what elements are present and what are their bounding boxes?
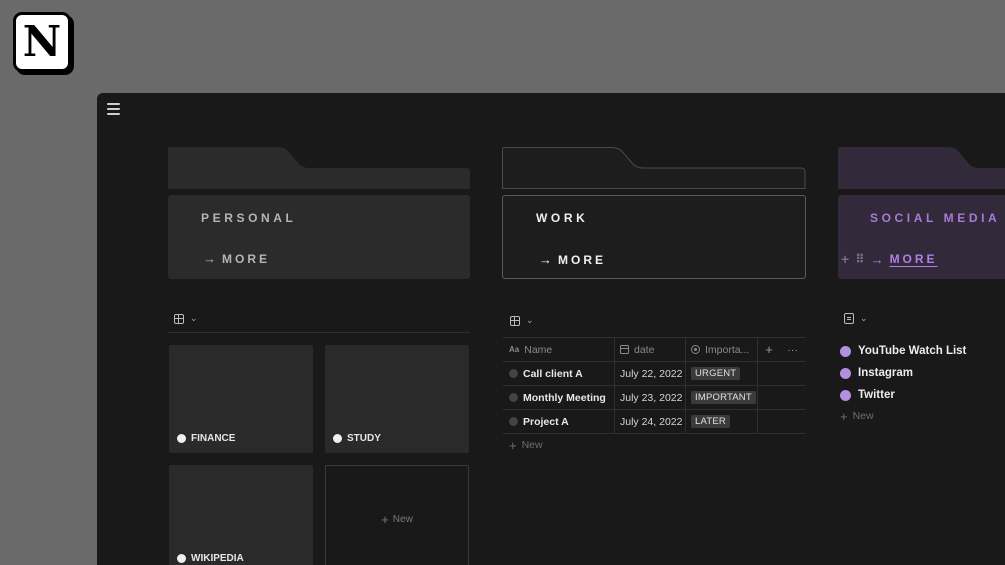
hamburger-menu-icon[interactable] [107, 103, 120, 115]
table-view-icon [510, 315, 520, 326]
page-dot-icon [177, 434, 186, 443]
row-name[interactable]: Call client A [523, 368, 583, 380]
folder-card-personal [168, 195, 470, 279]
list-item[interactable]: Twitter [840, 384, 966, 406]
page-icon [509, 369, 518, 378]
drag-handle-icon[interactable]: ⠿ [855, 252, 864, 266]
row-date: July 24, 2022 [620, 415, 683, 428]
gallery-card-finance[interactable]: FINANCE [169, 345, 313, 453]
importance-tag: LATER [691, 415, 730, 428]
new-label: New [521, 439, 543, 451]
folder-tab-work [502, 147, 806, 189]
more-label: MORE [889, 252, 938, 266]
more-link-social-media[interactable]: + ⠿ → MORE [841, 251, 938, 267]
column-header-label: date [634, 343, 655, 356]
chevron-down-icon: ⌄ [860, 313, 868, 323]
gallery-view-selector[interactable]: ⌄ [174, 313, 198, 324]
plus-icon: + [381, 511, 389, 527]
plus-icon: + [509, 437, 517, 453]
page-dot-icon [840, 345, 851, 357]
column-header-label: Importa... [705, 343, 750, 356]
row-name[interactable]: Monthly Meeting [523, 392, 606, 404]
list-item[interactable]: Instagram [840, 362, 966, 384]
gallery-view-icon [174, 313, 184, 324]
list-new-button[interactable]: + New [840, 406, 966, 426]
new-label: New [852, 410, 874, 422]
column-header-label: Name [524, 343, 553, 356]
folder-personal[interactable]: PERSONAL → MORE [168, 147, 470, 282]
page-dot-icon [840, 367, 851, 379]
chevron-down-icon: ⌄ [190, 313, 198, 323]
table-row[interactable]: Call client A July 22, 2022 URGENT [503, 362, 805, 386]
list-item-label: Twitter [858, 389, 895, 401]
gallery-card-study[interactable]: STUDY [325, 345, 469, 453]
add-column-icon[interactable]: + [765, 342, 773, 357]
page-dot-icon [177, 554, 186, 563]
list-item[interactable]: YouTube Watch List [840, 340, 966, 362]
add-block-icon[interactable]: + [841, 251, 849, 267]
notion-logo-letter: N [22, 17, 62, 66]
column-header-importance[interactable]: Importa... [686, 338, 758, 361]
arrow-right-icon: → [539, 252, 552, 267]
list-item-label: Instagram [858, 367, 913, 379]
gallery-card-wikipedia[interactable]: WIKIPEDIA [169, 465, 313, 565]
divider [168, 332, 470, 333]
chevron-down-icon: ⌄ [526, 315, 534, 325]
row-name[interactable]: Project A [523, 416, 569, 428]
notion-window: PERSONAL → MORE WORK → MORE SOCIAL MEDIA… [97, 93, 1005, 565]
more-link-work[interactable]: → MORE [539, 252, 606, 267]
folder-title-social-media: SOCIAL MEDIA [870, 211, 1001, 225]
folder-title-work: WORK [536, 211, 589, 225]
importance-tag: IMPORTANT [691, 391, 756, 404]
gallery-card-label: FINANCE [191, 433, 236, 444]
page-icon [509, 393, 518, 402]
list-item-label: YouTube Watch List [858, 345, 967, 357]
social-media-list: YouTube Watch List Instagram Twitter + N… [840, 340, 966, 426]
arrow-right-icon: → [870, 251, 884, 267]
more-link-personal[interactable]: → MORE [203, 251, 270, 266]
page-icon [509, 417, 518, 426]
list-view-selector[interactable]: ⌄ [844, 313, 868, 324]
column-header-date[interactable]: date [615, 338, 686, 361]
gallery-card-label: WIKIPEDIA [191, 553, 244, 564]
new-label: New [392, 513, 413, 525]
folder-tab-social-media [838, 147, 1005, 189]
select-property-icon [691, 345, 700, 354]
arrow-right-icon: → [203, 251, 216, 266]
page-dot-icon [333, 434, 342, 443]
folder-work[interactable]: WORK → MORE [502, 147, 806, 282]
importance-tag: URGENT [691, 367, 741, 380]
table-view-selector[interactable]: ⌄ [510, 315, 534, 326]
gallery-new-button[interactable]: + New [325, 465, 469, 565]
table-header-row: Aa Name date Importa... + ··· [503, 337, 805, 362]
column-header-name[interactable]: Aa Name [503, 338, 615, 361]
plus-icon: + [840, 408, 848, 424]
table-new-row-button[interactable]: + New [503, 434, 805, 456]
notion-logo: N [13, 12, 71, 72]
calendar-icon [620, 345, 629, 354]
folder-tab-personal [168, 147, 470, 189]
more-label: MORE [558, 252, 606, 267]
table-row[interactable]: Project A July 24, 2022 LATER [503, 410, 805, 434]
folder-social-media[interactable]: SOCIAL MEDIA + ⠿ → MORE [838, 147, 1005, 282]
work-table: Aa Name date Importa... + ··· Call client… [503, 337, 805, 456]
row-date: July 23, 2022 [620, 391, 683, 404]
list-view-icon [844, 313, 854, 324]
text-property-icon: Aa [509, 345, 520, 354]
folder-title-personal: PERSONAL [201, 211, 297, 225]
page-dot-icon [840, 389, 851, 401]
gallery-card-label: STUDY [347, 433, 381, 444]
table-row[interactable]: Monthly Meeting July 23, 2022 IMPORTANT [503, 386, 805, 410]
more-options-icon[interactable]: ··· [787, 344, 798, 356]
row-date: July 22, 2022 [620, 367, 683, 380]
more-label: MORE [222, 251, 270, 266]
